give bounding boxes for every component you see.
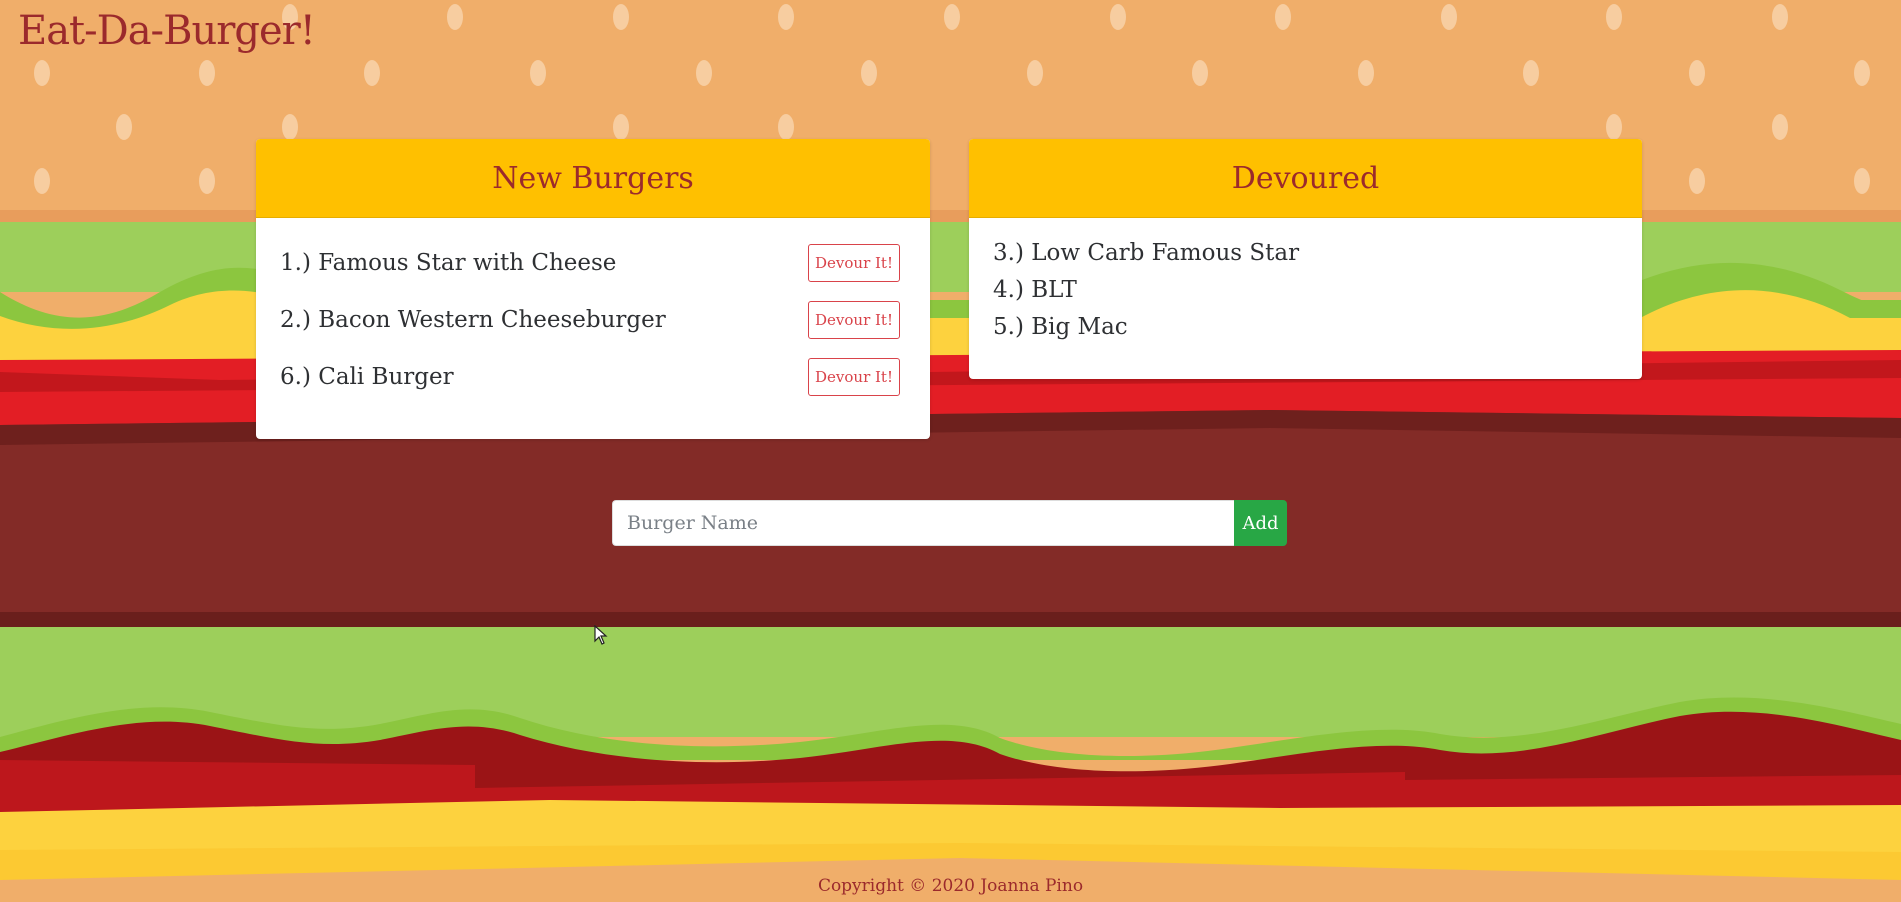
devoured-list: 3.) Low Carb Famous Star 4.) BLT 5.) Big… bbox=[969, 218, 1642, 345]
burger-name: 4.) BLT bbox=[993, 276, 1077, 303]
burger-name: 6.) Cali Burger bbox=[280, 363, 454, 390]
devour-button[interactable]: Devour It! bbox=[808, 357, 900, 396]
devour-button[interactable]: Devour It! bbox=[808, 243, 900, 282]
burger-background bbox=[0, 0, 1901, 902]
burger-name: 2.) Bacon Western Cheeseburger bbox=[280, 306, 666, 333]
list-item: 4.) BLT bbox=[993, 271, 1618, 308]
new-burgers-heading: New Burgers bbox=[256, 139, 930, 218]
list-item: 2.) Bacon Western Cheeseburger Devour It… bbox=[280, 291, 906, 348]
burger-name: 1.) Famous Star with Cheese bbox=[280, 249, 617, 276]
list-item: 5.) Big Mac bbox=[993, 308, 1618, 345]
site-title: Eat-Da-Burger! bbox=[18, 8, 316, 54]
devour-button[interactable]: Devour It! bbox=[808, 300, 900, 339]
burger-name: 5.) Big Mac bbox=[993, 313, 1128, 340]
devoured-heading: Devoured bbox=[969, 139, 1642, 218]
new-burgers-card: New Burgers 1.) Famous Star with Cheese … bbox=[256, 139, 930, 439]
new-burgers-list: 1.) Famous Star with Cheese Devour It! 2… bbox=[256, 218, 930, 405]
list-item: 6.) Cali Burger Devour It! bbox=[280, 348, 906, 405]
burger-name-input[interactable] bbox=[612, 500, 1234, 546]
list-item: 1.) Famous Star with Cheese Devour It! bbox=[280, 234, 906, 291]
list-item: 3.) Low Carb Famous Star bbox=[993, 234, 1618, 271]
burger-name: 3.) Low Carb Famous Star bbox=[993, 239, 1300, 266]
add-burger-form: Add bbox=[612, 500, 1287, 546]
footer-copyright: Copyright © 2020 Joanna Pino bbox=[817, 876, 1084, 896]
mouse-cursor-icon bbox=[594, 625, 608, 645]
devoured-card: Devoured 3.) Low Carb Famous Star 4.) BL… bbox=[969, 139, 1642, 379]
add-button[interactable]: Add bbox=[1234, 500, 1287, 546]
